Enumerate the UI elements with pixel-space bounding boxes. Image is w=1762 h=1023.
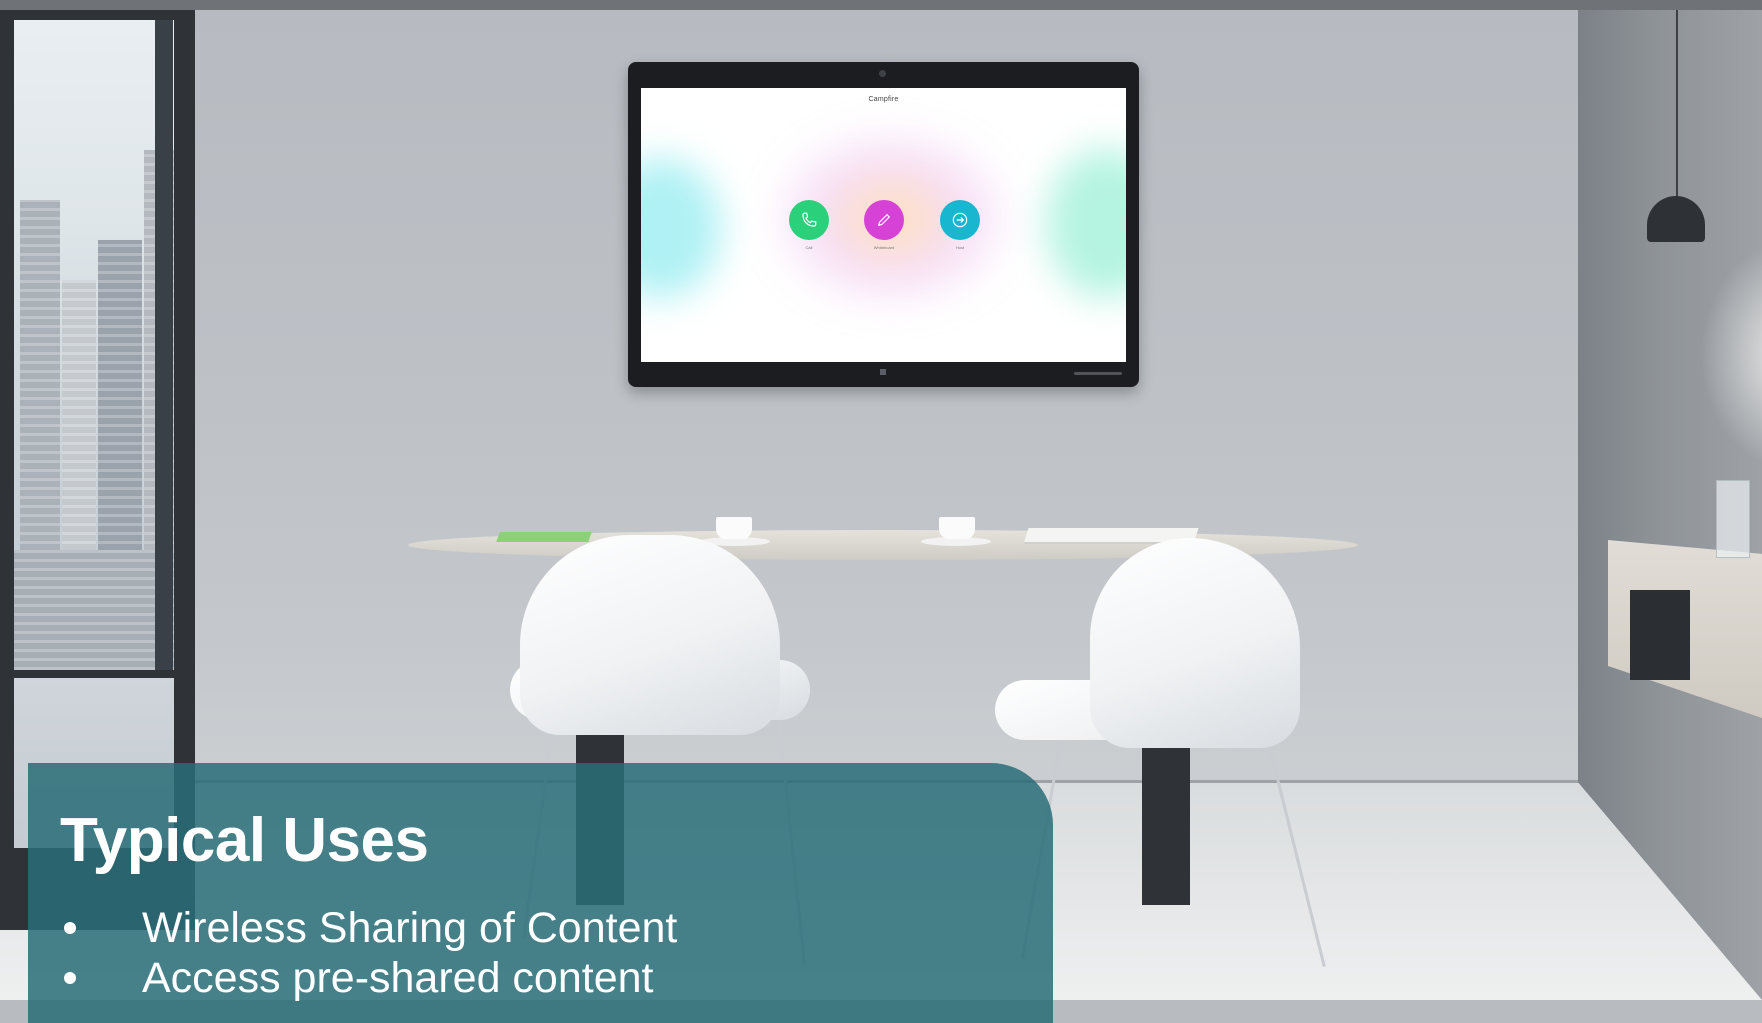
- arrow-right-circle-icon: [952, 212, 968, 228]
- camera-icon: [879, 70, 886, 77]
- books: [1630, 590, 1690, 680]
- bullet-icon: [64, 922, 76, 934]
- chair-back: [520, 535, 780, 735]
- display-screen: Campfire Call Whiteboard Host: [641, 88, 1126, 362]
- wall-light: [1700, 240, 1762, 470]
- screen-glow: [1046, 148, 1126, 298]
- whiteboard-button[interactable]: [864, 200, 904, 240]
- window-glass: [14, 20, 174, 670]
- screen-glow: [641, 158, 721, 298]
- panel-title: Typical Uses: [60, 806, 429, 875]
- device-speaker-strip: [1074, 372, 1122, 375]
- list-item-text: Access pre-shared content: [142, 954, 654, 1002]
- coffee-cup: [716, 517, 752, 539]
- phone-icon: [802, 212, 817, 227]
- whiteboard-label: Whiteboard: [873, 245, 895, 250]
- building: [14, 550, 174, 670]
- wall-display: Campfire Call Whiteboard Host: [628, 62, 1139, 387]
- coffee-cup: [939, 517, 975, 539]
- call-label: Call: [805, 245, 813, 250]
- lamp-cord: [1676, 10, 1678, 205]
- top-strip: [0, 0, 1762, 10]
- pencil-icon: [877, 213, 891, 227]
- host-label: Host: [955, 245, 965, 250]
- green-notebook: [496, 532, 592, 542]
- drinking-glass: [1716, 480, 1750, 558]
- window-mullion: [155, 20, 173, 670]
- list-item-text: Wireless Sharing of Content: [142, 904, 678, 952]
- screen-title: Campfire: [868, 96, 899, 103]
- bullet-icon: [64, 972, 76, 984]
- host-button[interactable]: [940, 200, 980, 240]
- home-button-icon: [880, 369, 886, 375]
- call-button[interactable]: [789, 200, 829, 240]
